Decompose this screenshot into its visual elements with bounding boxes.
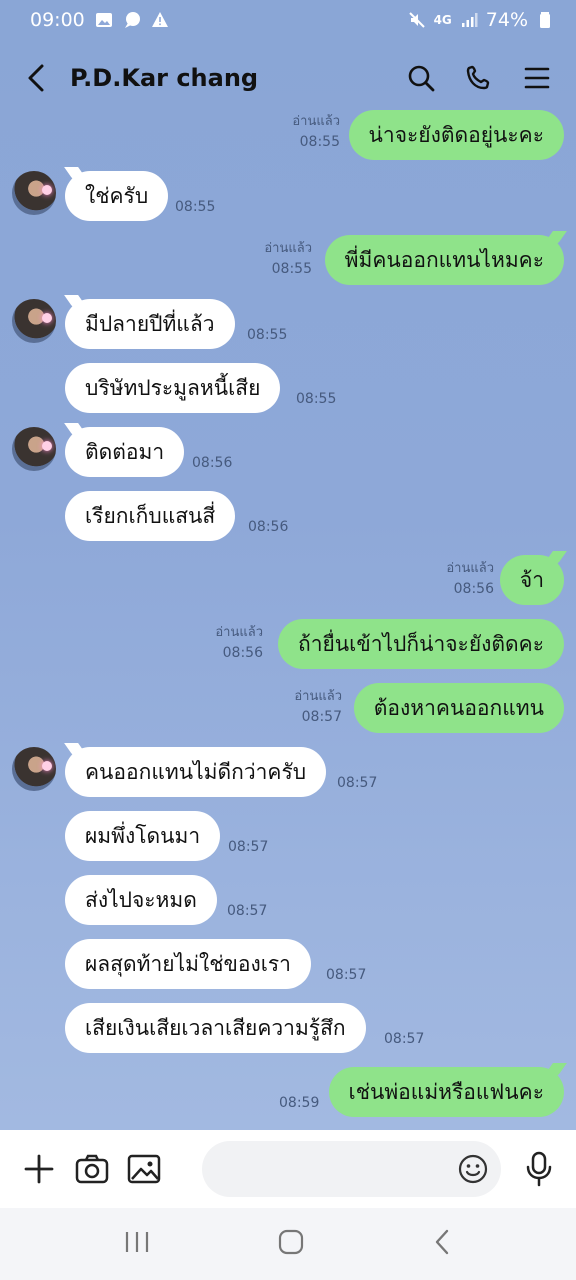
message-time: 08:57 xyxy=(228,839,269,855)
emoji-icon[interactable] xyxy=(457,1153,489,1185)
message-input[interactable] xyxy=(201,1141,502,1197)
message-row: เรียกเก็บแสนสี่ 08:56 xyxy=(0,491,576,551)
home-icon xyxy=(278,1229,304,1255)
message-row: คนออกแทนไม่ดีกว่าครับ 08:57 xyxy=(0,747,576,807)
message-time: 08:59 xyxy=(279,1095,320,1111)
search-button[interactable] xyxy=(406,63,436,93)
read-receipt: อ่านแล้ว xyxy=(446,561,494,576)
read-receipt: อ่านแล้ว xyxy=(294,689,342,704)
read-receipt: อ่านแล้ว xyxy=(264,241,312,256)
system-back-icon xyxy=(435,1229,449,1255)
outgoing-message-bubble[interactable]: จ้า xyxy=(499,555,564,605)
system-navigation-bar xyxy=(0,1208,576,1280)
outgoing-message-bubble[interactable]: น่าจะยังติดอยู่นะคะ xyxy=(348,110,564,160)
recent-apps-button[interactable] xyxy=(124,1230,150,1258)
phone-icon xyxy=(466,65,490,90)
status-bar: 09:00 4G 74% xyxy=(0,0,576,40)
message-time: 08:57 xyxy=(384,1031,425,1047)
microphone-icon xyxy=(526,1151,551,1187)
message-row: 08:59 เช่นพ่อแม่หรือแฟนคะ xyxy=(0,1067,576,1127)
call-button[interactable] xyxy=(464,63,494,93)
chat-notification-icon xyxy=(124,12,140,28)
system-back-button[interactable] xyxy=(432,1228,452,1260)
outgoing-message-bubble[interactable]: ต้องหาคนออกแทน xyxy=(353,683,564,733)
message-time: 08:56 xyxy=(453,581,494,597)
message-time: 08:55 xyxy=(296,391,337,407)
message-row: มีปลายปีที่แล้ว 08:55 xyxy=(0,299,576,359)
chat-header: P.D.Kar chang xyxy=(0,40,576,116)
message-time: 08:56 xyxy=(192,455,233,471)
contact-avatar[interactable] xyxy=(12,299,56,343)
back-arrow-icon xyxy=(28,64,44,92)
incoming-message-bubble[interactable]: ติดต่อมา xyxy=(65,427,185,477)
message-time: 08:56 xyxy=(248,519,289,535)
menu-button[interactable] xyxy=(522,63,552,93)
back-button[interactable] xyxy=(26,58,56,98)
message-row: ส่งไปจะหมด 08:57 xyxy=(0,875,576,935)
message-row: เสียเงินเสียเวลาเสียความรู้สึก 08:57 xyxy=(0,1003,576,1063)
message-time: 08:57 xyxy=(337,775,378,791)
battery-icon xyxy=(540,12,550,28)
message-row: อ่านแล้ว 08:56 ถ้ายื่นเข้าไปก็น่าจะยังติ… xyxy=(0,619,576,679)
message-time: 08:55 xyxy=(247,327,288,343)
message-time: 08:57 xyxy=(301,709,342,725)
network-type: 4G xyxy=(433,13,452,27)
contact-avatar[interactable] xyxy=(12,747,56,791)
message-row: อ่านแล้ว 08:55 พี่มีคนออกแทนไหมคะ xyxy=(0,235,576,295)
message-list[interactable]: อ่านแล้ว 08:55 น่าจะยังติดอยู่นะคะ ใช่คร… xyxy=(0,110,576,1130)
add-button[interactable] xyxy=(22,1151,57,1187)
message-time: 08:55 xyxy=(299,134,340,150)
home-button[interactable] xyxy=(278,1229,304,1259)
camera-button[interactable] xyxy=(75,1151,110,1187)
battery-percent: 74% xyxy=(485,9,528,31)
message-time: 08:57 xyxy=(326,967,367,983)
incoming-message-bubble[interactable]: เรียกเก็บแสนสี่ xyxy=(65,491,236,541)
contact-avatar[interactable] xyxy=(12,427,56,471)
message-row: ใช่ครับ 08:55 xyxy=(0,171,576,231)
contact-avatar[interactable] xyxy=(12,171,56,215)
message-row: ผลสุดท้ายไม่ใช่ของเรา 08:57 xyxy=(0,939,576,999)
plus-icon xyxy=(24,1154,54,1184)
recent-apps-icon xyxy=(125,1232,149,1252)
warning-icon xyxy=(151,12,168,27)
message-row: ผมพึ่งโดนมา 08:57 xyxy=(0,811,576,871)
image-icon xyxy=(128,1154,161,1184)
message-row: ติดต่อมา 08:56 xyxy=(0,427,576,487)
outgoing-message-bubble[interactable]: ถ้ายื่นเข้าไปก็น่าจะยังติดคะ xyxy=(278,619,564,669)
gallery-notification-icon xyxy=(95,13,112,27)
outgoing-message-bubble[interactable]: พี่มีคนออกแทนไหมคะ xyxy=(324,235,564,285)
mute-icon xyxy=(408,12,425,28)
message-row: อ่านแล้ว 08:57 ต้องหาคนออกแทน xyxy=(0,683,576,743)
read-receipt: อ่านแล้ว xyxy=(215,625,263,640)
incoming-message-bubble[interactable]: ใช่ครับ xyxy=(65,171,169,221)
message-row: อ่านแล้ว 08:55 น่าจะยังติดอยู่นะคะ xyxy=(0,110,576,166)
signal-icon xyxy=(461,13,478,27)
incoming-message-bubble[interactable]: มีปลายปีที่แล้ว xyxy=(65,299,235,349)
message-time: 08:55 xyxy=(271,261,312,277)
message-time: 08:57 xyxy=(227,903,268,919)
incoming-message-bubble[interactable]: คนออกแทนไม่ดีกว่าครับ xyxy=(65,747,327,797)
status-time: 09:00 xyxy=(30,9,85,31)
hamburger-menu-icon xyxy=(524,67,550,89)
search-icon xyxy=(408,65,435,92)
message-row: อ่านแล้ว 08:56 จ้า xyxy=(0,555,576,615)
message-time: 08:56 xyxy=(222,645,263,661)
message-time: 08:55 xyxy=(175,199,216,215)
incoming-message-bubble[interactable]: เสียเงินเสียเวลาเสียความรู้สึก xyxy=(65,1003,366,1053)
chat-title[interactable]: P.D.Kar chang xyxy=(70,64,258,92)
camera-icon xyxy=(75,1154,109,1184)
incoming-message-bubble[interactable]: ผลสุดท้ายไม่ใช่ของเรา xyxy=(65,939,311,989)
incoming-message-bubble[interactable]: บริษัทประมูลหนี้เสีย xyxy=(65,363,281,413)
gallery-button[interactable] xyxy=(127,1151,162,1187)
outgoing-message-bubble[interactable]: เช่นพ่อแม่หรือแฟนคะ xyxy=(328,1067,564,1117)
incoming-message-bubble[interactable]: ส่งไปจะหมด xyxy=(65,875,217,925)
message-row: บริษัทประมูลหนี้เสีย 08:55 xyxy=(0,363,576,423)
read-receipt: อ่านแล้ว xyxy=(292,114,340,129)
message-input-bar xyxy=(0,1130,576,1208)
incoming-message-bubble[interactable]: ผมพึ่งโดนมา xyxy=(65,811,221,861)
voice-message-button[interactable] xyxy=(521,1151,556,1187)
